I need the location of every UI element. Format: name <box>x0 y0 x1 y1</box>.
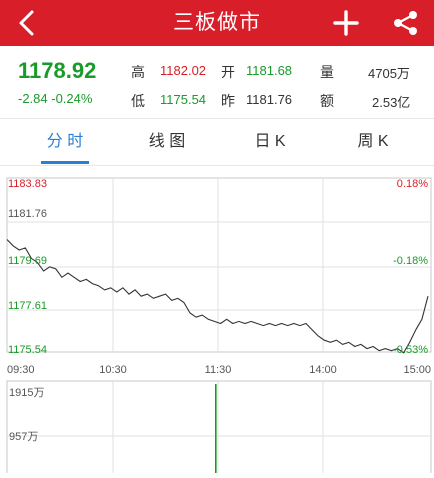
current-price: 1178.92 <box>18 58 97 83</box>
prev-close-value: 1181.76 <box>246 92 293 107</box>
intraday-chart[interactable]: 1183.83 1181.76 1179.69 1177.61 1175.54 0.18%… <box>0 170 434 478</box>
time-tick-label: 14:00 <box>309 364 337 376</box>
percent-tick-label: -0.53% <box>393 344 428 356</box>
tab-intraday[interactable]: 分 时 <box>15 119 115 165</box>
price-tick-label: 1175.54 <box>8 344 47 356</box>
open-value: 1181.68 <box>246 63 293 78</box>
volume-tick-label: 1915万 <box>9 387 44 399</box>
tab-line-chart[interactable]: 线 图 <box>117 119 217 165</box>
quote-panel: 1178.92 -2.84 -0.24% 高 1182.02 开 1181.68… <box>0 46 434 118</box>
top-bar: 三板做市 <box>0 0 434 46</box>
volume-bar <box>215 384 217 476</box>
volume-tick-label: 957万 <box>9 431 38 443</box>
volume-value: 4705万 <box>368 66 410 81</box>
price-tick-label: 1179.69 <box>8 255 47 267</box>
time-tick-label: 10:30 <box>99 364 127 376</box>
price-change: -2.84 -0.24% <box>18 91 93 106</box>
volume-panel-frame <box>6 380 432 478</box>
prev-close-label: 昨 <box>221 93 235 109</box>
tab-weekly-k[interactable]: 周 K <box>323 119 423 165</box>
low-value: 1175.54 <box>160 92 207 107</box>
open-label: 开 <box>221 64 235 80</box>
price-tick-label: 1183.83 <box>8 178 47 190</box>
amount-label: 额 <box>320 93 334 109</box>
time-tick-label: 11:30 <box>205 364 232 376</box>
active-tab-indicator <box>41 161 89 164</box>
add-icon[interactable] <box>331 8 361 38</box>
share-icon[interactable] <box>391 8 421 38</box>
high-label: 高 <box>131 64 145 80</box>
intraday-chart-svg: 1183.83 1181.76 1179.69 1177.61 1175.54 0.18%… <box>6 177 432 478</box>
volume-label: 量 <box>320 64 334 80</box>
price-tick-label: 1181.76 <box>8 208 47 220</box>
low-label: 低 <box>131 93 145 109</box>
percent-tick-label: -0.18% <box>393 255 428 267</box>
price-panel-frame <box>6 177 432 353</box>
percent-tick-label: 0.18% <box>397 178 428 190</box>
time-tick-label: 09:30 <box>7 364 35 376</box>
time-tick-label: 15:00 <box>403 364 431 376</box>
chart-tabs: 分 时 线 图 日 K 周 K <box>0 118 434 166</box>
page-title: 三板做市 <box>173 11 261 34</box>
price-tick-label: 1177.61 <box>8 300 47 312</box>
high-value: 1182.02 <box>160 63 207 78</box>
amount-value: 2.53亿 <box>372 95 411 110</box>
tab-daily-k[interactable]: 日 K <box>220 119 320 165</box>
